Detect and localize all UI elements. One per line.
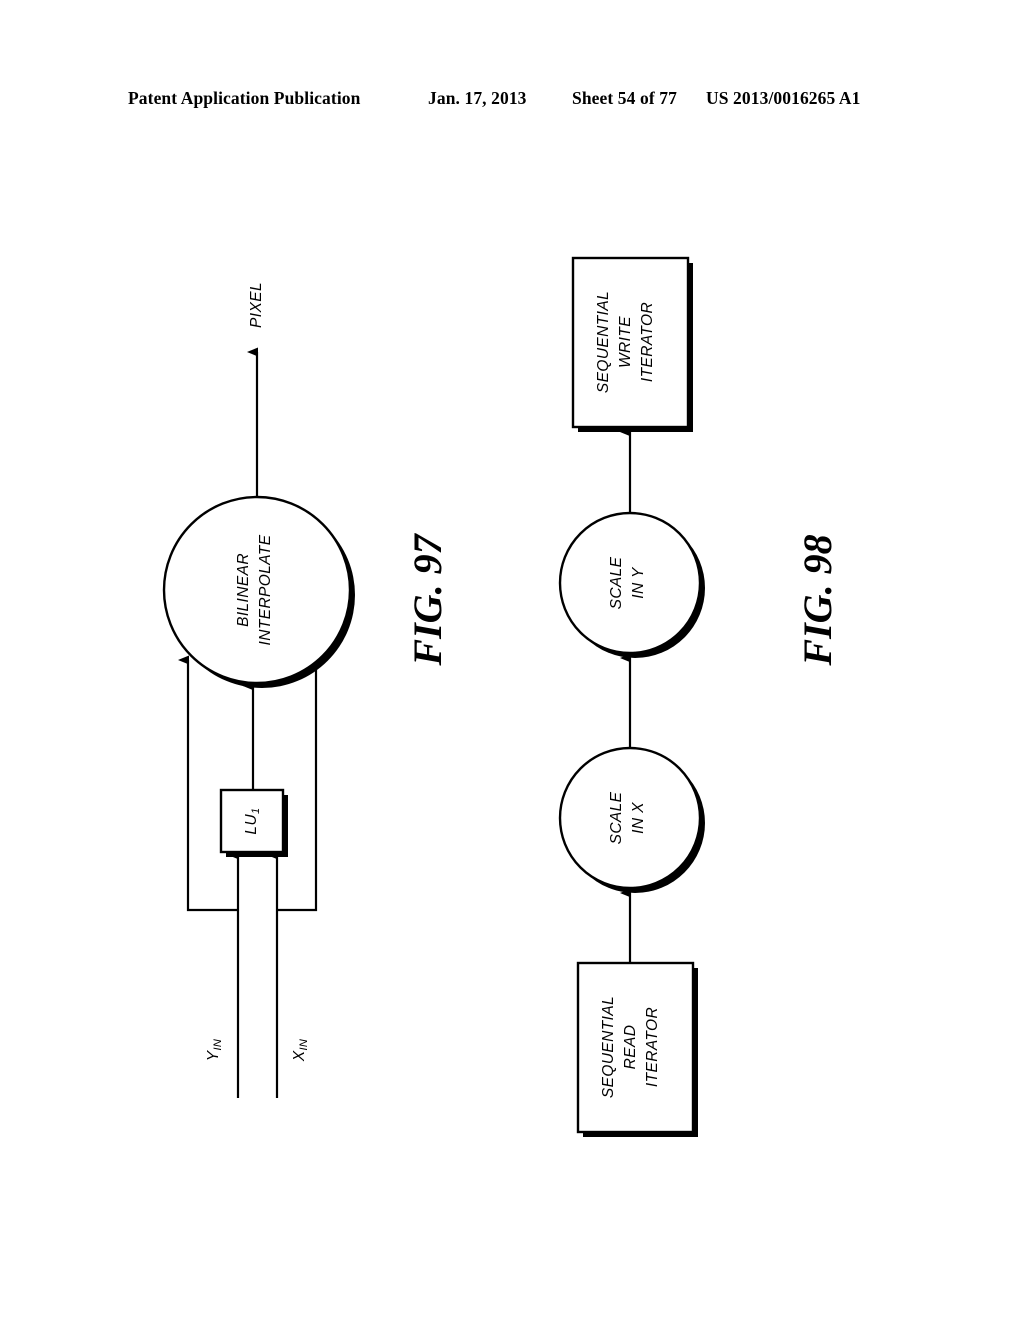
fig-98-caption: FIG. 98 — [795, 534, 840, 666]
figure-97-group: LU1 BILINEAR INTERPOLATE PIXEL YIN XIN F… — [162, 282, 450, 1098]
figure-98-group: SEQUENTIAL WRITE ITERATOR SCALE IN Y SCA… — [558, 256, 840, 1137]
lu1-label-subscript: 1 — [250, 807, 262, 814]
scale-in-x-line-2: IN X — [630, 802, 647, 834]
scale-in-y-line-2: IN Y — [630, 566, 647, 599]
y-in-label-subscript: IN — [212, 1039, 224, 1051]
sequential-read-iterator-line-1: SEQUENTIAL — [600, 996, 617, 1098]
wire-x-in-bypass — [277, 660, 318, 912]
fig-98-caption-group: FIG. 98 — [795, 534, 840, 666]
x-in-label: X — [291, 1050, 308, 1062]
bilinear-label-line-1: BILINEAR — [235, 553, 252, 627]
svg-text:YIN: YIN — [205, 1039, 224, 1062]
lu1-label: LU — [243, 814, 260, 835]
sequential-write-iterator-line-1: SEQUENTIAL — [595, 291, 612, 393]
svg-text:XIN: XIN — [291, 1039, 310, 1063]
sequential-write-iterator-line-2: WRITE — [617, 316, 634, 368]
fig-97-caption: FIG. 97 — [405, 532, 450, 666]
pixel-label-group: PIXEL — [248, 282, 265, 328]
sequential-write-iterator-line-3: ITERATOR — [639, 302, 656, 382]
scale-in-x-line-1: SCALE — [608, 791, 625, 844]
x-in-label-group: XIN — [291, 1039, 310, 1063]
figure-canvas: LU1 BILINEAR INTERPOLATE PIXEL YIN XIN F… — [0, 0, 1024, 1320]
sequential-read-iterator-line-3: ITERATOR — [644, 1007, 661, 1087]
x-in-label-subscript: IN — [298, 1039, 310, 1051]
fig-97-caption-group: FIG. 97 — [405, 532, 450, 666]
y-in-label-group: YIN — [205, 1039, 224, 1062]
scale-in-y-line-1: SCALE — [608, 556, 625, 609]
sequential-read-iterator-line-2: READ — [622, 1025, 639, 1070]
bilinear-label-line-2: INTERPOLATE — [257, 534, 274, 645]
pixel-out-label: PIXEL — [248, 282, 265, 328]
wire-y-in-bypass — [178, 655, 238, 912]
